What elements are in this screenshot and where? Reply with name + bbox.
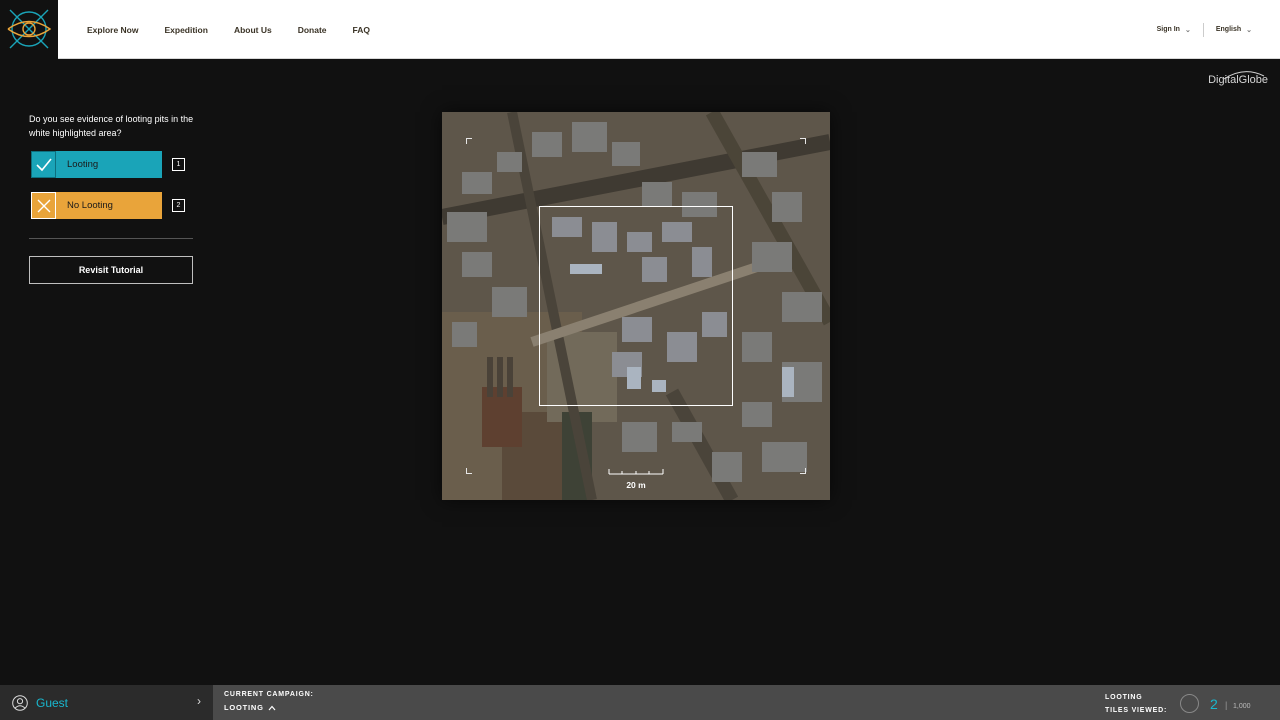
tiles-caption-campaign: LOOTING xyxy=(1105,694,1143,701)
no-looting-button[interactable]: No Looting xyxy=(31,192,162,219)
tiles-total: 1,000 xyxy=(1233,703,1251,710)
panel-divider xyxy=(29,238,193,239)
question-text: Do you see evidence of looting pits in t… xyxy=(29,114,194,138)
highlighted-area xyxy=(539,206,733,406)
tile-corner-mark xyxy=(466,468,472,474)
sign-in-dropdown[interactable]: Sign In ⌄ xyxy=(1157,26,1191,34)
nav-separator xyxy=(1202,22,1204,37)
tile-corner-mark xyxy=(800,468,806,474)
looting-label: Looting xyxy=(67,159,99,170)
nav-explore-now[interactable]: Explore Now xyxy=(87,25,138,35)
chevron-up-icon xyxy=(268,705,276,710)
revisit-tutorial-button[interactable]: Revisit Tutorial xyxy=(29,256,193,284)
campaign-caption: CURRENT CAMPAIGN: xyxy=(224,691,314,698)
user-menu[interactable]: Guest › xyxy=(0,685,213,720)
imagery-credit: DigitalGlobe xyxy=(1208,74,1268,86)
tile-corner-mark xyxy=(800,138,806,144)
chevron-right-icon: › xyxy=(197,694,201,708)
nav-about-us[interactable]: About Us xyxy=(234,25,272,35)
language-dropdown[interactable]: English ⌄ xyxy=(1216,26,1252,34)
progress-ring-icon xyxy=(1180,694,1199,713)
tiles-viewed-caption: LOOTING TILES VIEWED: xyxy=(1105,691,1167,717)
user-icon xyxy=(12,694,28,711)
chevron-down-icon: ⌄ xyxy=(1184,26,1191,34)
logo-icon[interactable] xyxy=(0,0,58,59)
no-looting-shortcut-key: 2 xyxy=(172,199,185,212)
satellite-tile[interactable]: 20 m xyxy=(442,112,830,500)
sign-in-label: Sign In xyxy=(1156,26,1180,33)
main-nav: Explore Now Expedition About Us Donate F… xyxy=(87,0,396,59)
tile-corner-mark xyxy=(466,138,472,144)
language-label: English xyxy=(1215,26,1242,33)
nav-donate[interactable]: Donate xyxy=(298,25,327,35)
scale-label: 20 m xyxy=(626,480,646,490)
user-name: Guest xyxy=(36,695,69,710)
tiles-caption-label: TILES VIEWED: xyxy=(1105,707,1168,714)
nav-faq[interactable]: FAQ xyxy=(353,25,370,35)
x-icon xyxy=(31,192,56,219)
top-navigation: Explore Now Expedition About Us Donate F… xyxy=(0,0,1280,59)
count-separator: | xyxy=(1225,700,1228,710)
looting-shortcut-key: 1 xyxy=(172,158,185,171)
current-campaign: CURRENT CAMPAIGN: LOOTING xyxy=(224,691,314,712)
campaign-name: LOOTING xyxy=(224,703,264,712)
no-looting-label: No Looting xyxy=(67,200,113,211)
tiles-viewed-count: 2 xyxy=(1210,696,1218,712)
looting-button[interactable]: Looting xyxy=(31,151,162,178)
campaign-selector[interactable]: LOOTING xyxy=(224,703,314,712)
check-icon xyxy=(31,151,56,178)
chevron-down-icon: ⌄ xyxy=(1246,26,1252,34)
account-controls: Sign In ⌄ English ⌄ xyxy=(1157,0,1252,59)
nav-expedition[interactable]: Expedition xyxy=(164,25,207,35)
footer-bar: Guest › CURRENT CAMPAIGN: LOOTING LOOTIN… xyxy=(0,685,1280,720)
